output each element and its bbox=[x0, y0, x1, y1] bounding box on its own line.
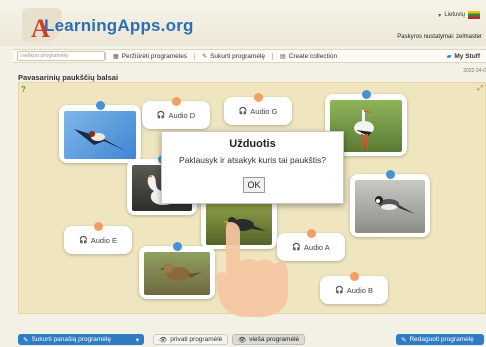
logo-text: LearningApps.org bbox=[44, 16, 194, 35]
create-similar-button[interactable]: ✎ Sukurti panašią programėlę ▾ bbox=[18, 334, 144, 345]
pin-icon bbox=[96, 101, 105, 110]
nav-create-label: Sukurti programėlę bbox=[210, 52, 266, 60]
edit-label: Redaguoti programėlę bbox=[409, 336, 474, 343]
title-row: Pavasarinių paukščių balsai 2022-24-0 bbox=[18, 67, 486, 82]
language-label: Lietuvių bbox=[444, 12, 465, 18]
public-label: vieša programėlė bbox=[249, 336, 300, 343]
public-app-toggle[interactable]: 👁 vieša programėlė bbox=[232, 334, 306, 345]
audio-label: Audio E bbox=[90, 235, 117, 245]
page-date: 2022-24-0 bbox=[463, 68, 486, 74]
audio-label: Audio B bbox=[346, 285, 373, 295]
pin-icon bbox=[173, 242, 182, 251]
audio-card-e[interactable]: 🎧 Audio E bbox=[64, 222, 132, 254]
pin-icon bbox=[94, 222, 103, 231]
create-similar-label: Sukurti panašią programėlę bbox=[31, 336, 111, 343]
audio-label: Audio G bbox=[250, 106, 278, 116]
my-stuff-label: My Stuff bbox=[454, 52, 480, 60]
headphones-icon: 🎧 bbox=[335, 287, 344, 294]
help-icon[interactable]: ? bbox=[21, 85, 26, 94]
nav-collection-label: Create collection bbox=[288, 52, 338, 60]
chevron-down-icon: ▾ bbox=[135, 336, 139, 344]
ok-button[interactable]: OK bbox=[243, 177, 265, 193]
pin-icon bbox=[172, 97, 181, 106]
nav-browse-apps[interactable]: ▦ Peržiūrėti programėles bbox=[105, 52, 194, 60]
swallow-photo bbox=[64, 111, 136, 159]
nav-my-stuff[interactable]: ▰ My Stuff bbox=[447, 53, 486, 60]
fullscreen-icon[interactable]: ⤢ bbox=[477, 85, 483, 93]
headphones-icon: 🎧 bbox=[156, 112, 166, 119]
audio-label: Audio A bbox=[303, 242, 330, 252]
headphones-icon: 🎧 bbox=[79, 237, 88, 244]
photo-card-swallow[interactable] bbox=[59, 101, 141, 163]
edit-app-button[interactable]: ✎ Redaguoti programėlę bbox=[396, 334, 484, 345]
audio-card-d[interactable]: 🎧 Audio D bbox=[142, 97, 210, 129]
photo-card-wagtail[interactable] bbox=[350, 170, 430, 237]
pin-icon bbox=[386, 170, 395, 179]
eye-icon: 👁 bbox=[238, 336, 247, 344]
chevron-down-icon: ▾ bbox=[438, 12, 442, 19]
lithuania-flag-icon bbox=[468, 11, 480, 19]
photo-card-lark[interactable] bbox=[139, 242, 215, 299]
wagtail-photo bbox=[355, 180, 425, 233]
pointing-hand-icon bbox=[216, 222, 288, 317]
pencil-icon: ✎ bbox=[401, 336, 407, 344]
nav-create-collection[interactable]: ▤ Create collection bbox=[272, 52, 344, 60]
dialog-title: Užduotis bbox=[229, 138, 276, 150]
pin-icon bbox=[350, 272, 359, 281]
logo[interactable]: A LearningApps.org bbox=[22, 4, 194, 43]
collection-icon: ▤ bbox=[280, 53, 286, 60]
lark-photo bbox=[144, 252, 210, 295]
nav-browse-label: Peržiūrėti programėles bbox=[121, 52, 188, 60]
pin-icon bbox=[362, 90, 371, 99]
search-placeholder: ieškoti programėlę bbox=[23, 53, 69, 59]
wagtail-illustration bbox=[375, 196, 415, 214]
task-dialog: Užduotis Paklausyk ir atsakyk kuris tai … bbox=[161, 131, 344, 204]
eye-icon: 👁 bbox=[159, 336, 168, 344]
search-input[interactable]: ⌕ ieškoti programėlę bbox=[17, 51, 105, 61]
account-settings-link[interactable]: Paskyros nustatymai: zelmaster bbox=[397, 34, 482, 40]
private-label: privati programėlė bbox=[170, 336, 223, 343]
audio-card-b[interactable]: 🎧 Audio B bbox=[320, 272, 388, 304]
headphones-icon: 🎧 bbox=[238, 108, 248, 115]
folder-icon: ▰ bbox=[446, 53, 452, 60]
header: A LearningApps.org ▾ Lietuvių Paskyros n… bbox=[0, 0, 486, 46]
navbar: ⌕ ieškoti programėlę ▦ Peržiūrėti progra… bbox=[13, 49, 486, 63]
language-selector[interactable]: ▾ Lietuvių bbox=[438, 11, 480, 19]
pencil-icon: ✎ bbox=[23, 336, 29, 344]
pin-icon bbox=[254, 93, 263, 102]
pencil-icon: ✎ bbox=[202, 53, 208, 60]
audio-card-g[interactable]: 🎧 Audio G bbox=[224, 93, 292, 125]
pin-icon bbox=[307, 229, 316, 238]
footer: ✎ Sukurti panašią programėlę ▾ 👁 privati… bbox=[0, 334, 486, 347]
private-app-toggle[interactable]: 👁 privati programėlė bbox=[153, 334, 229, 345]
lark-illustration bbox=[158, 263, 202, 281]
grid-icon: ▦ bbox=[113, 53, 119, 60]
swallow-illustration bbox=[74, 129, 126, 151]
nav-create-app[interactable]: ✎ Sukurti programėlę bbox=[194, 52, 272, 60]
dialog-text: Paklausyk ir atsakyk kuris tai paukštis? bbox=[179, 155, 326, 165]
page-title: Pavasarinių paukščių balsai bbox=[18, 73, 119, 82]
audio-label: Audio D bbox=[168, 110, 196, 120]
